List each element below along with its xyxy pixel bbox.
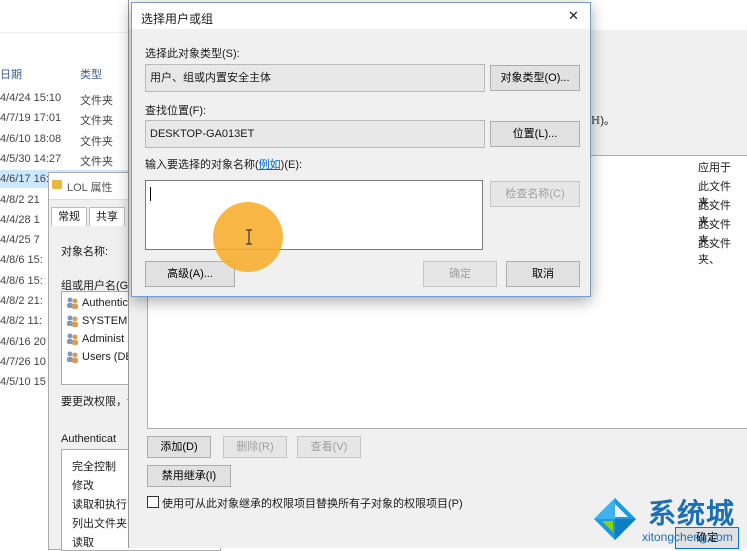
file-type: 文件夹 [80, 115, 113, 128]
text-cursor-icon [246, 229, 252, 245]
locations-button[interactable]: 位置(L)... [490, 121, 580, 147]
file-row[interactable]: 4/4/24 15:10 文件夹 [0, 89, 140, 107]
check-names-button[interactable]: 检查名称(C) [490, 181, 580, 207]
add-button[interactable]: 添加(D) [147, 436, 211, 458]
dialog-title: 选择用户或组 [141, 12, 214, 26]
object-names-input[interactable] [145, 180, 483, 250]
file-date: 4/7/19 17:01 [0, 112, 62, 125]
user-list-item[interactable]: SYSTEM [66, 312, 127, 330]
tab-sharing[interactable]: 共享 [89, 207, 125, 226]
replace-permissions-label: 使用可从此对象继承的权限项目替换所有子对象的权限项目(P) [162, 498, 463, 510]
column-header-type[interactable]: 类型 [80, 66, 102, 82]
permissions-for-label: Authenticat [61, 433, 117, 445]
column-header-date[interactable]: 日期 [0, 66, 22, 82]
windows-logo-icon [594, 498, 636, 540]
file-row[interactable]: 4/5/30 14:27 文件夹 [0, 150, 140, 168]
file-row[interactable]: 4/6/10 18:08 文件夹 [0, 130, 140, 148]
advanced-note-fragment: ℍ)。 [591, 115, 616, 127]
select-users-dialog: 选择用户或组 ✕ 选择此对象类型(S): 用户、组或内置安全主体 对象类型(O)… [131, 2, 591, 297]
location-field: DESKTOP-GA013ET [145, 120, 485, 148]
permission-item: 列出文件夹 [72, 518, 127, 530]
properties-title: LOL 属性 [67, 182, 113, 194]
user-list-item[interactable]: Users (DE [66, 348, 133, 366]
change-permissions-text: 要更改权限，请 [61, 396, 138, 408]
folder-icon [52, 180, 62, 189]
permission-item: 修改 [72, 480, 94, 492]
file-row[interactable]: 4/7/19 17:01 文件夹 [0, 109, 140, 127]
watermark-url: xitongcheng.com [642, 530, 733, 544]
remove-button[interactable]: 删除(R) [223, 436, 287, 458]
tab-general[interactable]: 常规 [51, 207, 87, 226]
users-icon [66, 351, 80, 364]
user-list-item[interactable]: Administ [66, 330, 124, 348]
file-date: 4/6/10 18:08 [0, 132, 62, 145]
replace-permissions-checkbox[interactable] [147, 496, 159, 508]
watermark-brand: 系统城 [648, 497, 736, 530]
user-list-item[interactable]: Authentic [66, 294, 128, 312]
users-icon [66, 315, 80, 328]
view-button[interactable]: 查看(V) [297, 436, 361, 458]
disable-inheritance-button[interactable]: 禁用继承(I) [147, 465, 231, 487]
enter-names-label: 输入要选择的对象名称(例如)(E): [145, 159, 303, 171]
file-date: 4/5/30 14:27 [0, 152, 62, 165]
users-icon [66, 333, 80, 346]
object-type-label: 选择此对象类型(S): [145, 48, 240, 60]
cancel-button[interactable]: 取消 [506, 261, 580, 287]
object-name-label: 对象名称: [61, 246, 109, 258]
advanced-button[interactable]: 高级(A)... [145, 261, 235, 287]
ok-button[interactable]: 确定 [423, 261, 497, 287]
file-type: 文件夹 [80, 135, 113, 148]
object-types-button[interactable]: 对象类型(O)... [490, 65, 580, 91]
users-icon [66, 297, 80, 310]
permission-item: 完全控制 [72, 461, 116, 473]
explorer-toolbar [0, 0, 140, 33]
file-type: 文件夹 [80, 95, 113, 107]
column-header-apply-to[interactable]: 应用于 [698, 159, 731, 175]
dialog-titlebar: 选择用户或组 ✕ [132, 3, 590, 29]
watermark: 系统城 xitongcheng.com [592, 492, 747, 548]
file-type: 文件夹 [80, 155, 113, 168]
text-caret [150, 187, 151, 201]
location-label: 查找位置(F): [145, 105, 207, 117]
object-type-field: 用户、组或内置安全主体 [145, 64, 485, 92]
examples-link[interactable]: 例如 [259, 159, 281, 171]
file-date: 4/4/24 15:10 [0, 92, 62, 104]
apply-to-cell: 此文件夹、 [698, 238, 731, 266]
close-icon[interactable]: ✕ [568, 8, 579, 24]
permission-item: 读取和执行 [72, 499, 127, 511]
